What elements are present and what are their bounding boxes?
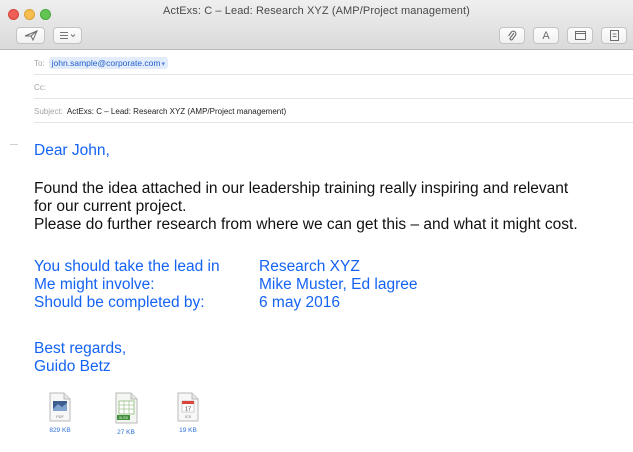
detail-key: Should be completed by: xyxy=(34,294,205,311)
attachment-size: 829 KB xyxy=(49,427,71,434)
attachment-size: 19 KB xyxy=(179,427,197,434)
paragraph-line: Found the idea attached in our leadershi… xyxy=(34,180,569,197)
subject-field-row[interactable]: Subject: ActExs: C – Lead: Research XYZ … xyxy=(34,100,633,123)
pdf-icon: PDF xyxy=(49,392,71,422)
detail-key: You should take the lead in xyxy=(34,258,220,275)
cc-label: Cc: xyxy=(34,82,46,92)
detail-value: Mike Muster, Ed lagree xyxy=(259,276,418,293)
format-list-icon xyxy=(59,32,75,39)
to-label: To: xyxy=(34,58,45,68)
signature-text: Guido Betz xyxy=(34,358,111,375)
message-paragraph[interactable]: Found the idea attached in our leadershi… xyxy=(34,180,578,234)
spreadsheet-icon: XLSX xyxy=(115,392,138,424)
detail-key: Me might involve: xyxy=(34,276,155,293)
font-icon: A xyxy=(542,29,550,42)
calendar-ics-icon: 17 ICS xyxy=(177,392,199,422)
photo-browser-icon xyxy=(574,31,586,40)
chevron-down-icon: ▾ xyxy=(161,61,165,68)
font-button[interactable]: A xyxy=(533,27,559,44)
attachment-xlsx[interactable]: XLSX 27 KB xyxy=(104,392,148,436)
window-title: ActExs: C – Lead: Research XYZ (AMP/Proj… xyxy=(163,5,470,17)
subject-input[interactable]: ActExs: C – Lead: Research XYZ (AMP/Proj… xyxy=(67,107,286,116)
paperclip-icon xyxy=(508,30,517,40)
photo-browser-button[interactable] xyxy=(567,27,593,44)
detail-value: Research XYZ xyxy=(259,258,360,275)
attach-button[interactable] xyxy=(499,27,525,44)
closing-block[interactable]: Best regards, Guido Betz xyxy=(34,340,126,376)
send-button[interactable] xyxy=(16,27,45,44)
pdf-type-label: PDF xyxy=(56,415,64,419)
attachment-ics[interactable]: 17 ICS 19 KB xyxy=(166,392,210,434)
greeting-text[interactable]: Dear John, xyxy=(34,142,110,160)
to-address: john.sample@corporate.com xyxy=(51,58,161,68)
attachment-panel-button[interactable] xyxy=(601,27,627,44)
attachment-size: 27 KB xyxy=(117,429,135,436)
attachment-pdf[interactable]: PDF 829 KB xyxy=(38,392,82,434)
paragraph-line: for our current project. xyxy=(34,198,187,215)
to-field-row[interactable]: To: john.sample@corporate.com▾ xyxy=(34,52,633,75)
window-titlebar: ActExs: C – Lead: Research XYZ (AMP/Proj… xyxy=(0,0,633,50)
to-address-chip[interactable]: john.sample@corporate.com▾ xyxy=(48,57,168,69)
detail-value: 6 may 2016 xyxy=(259,294,340,311)
send-icon xyxy=(24,30,38,41)
cc-field-row[interactable]: Cc: xyxy=(34,76,633,99)
header-fields-button[interactable] xyxy=(53,27,82,44)
xlsx-type-label: XLSX xyxy=(119,416,129,420)
attachment-panel-icon xyxy=(609,30,619,41)
calendar-day-label: 17 xyxy=(185,407,191,413)
subject-label: Subject: xyxy=(34,106,63,116)
paragraph-line: Please do further research from where we… xyxy=(34,216,578,233)
closing-text: Best regards, xyxy=(34,340,127,357)
margin-divider xyxy=(10,144,18,145)
ics-type-label: ICS xyxy=(185,415,192,419)
